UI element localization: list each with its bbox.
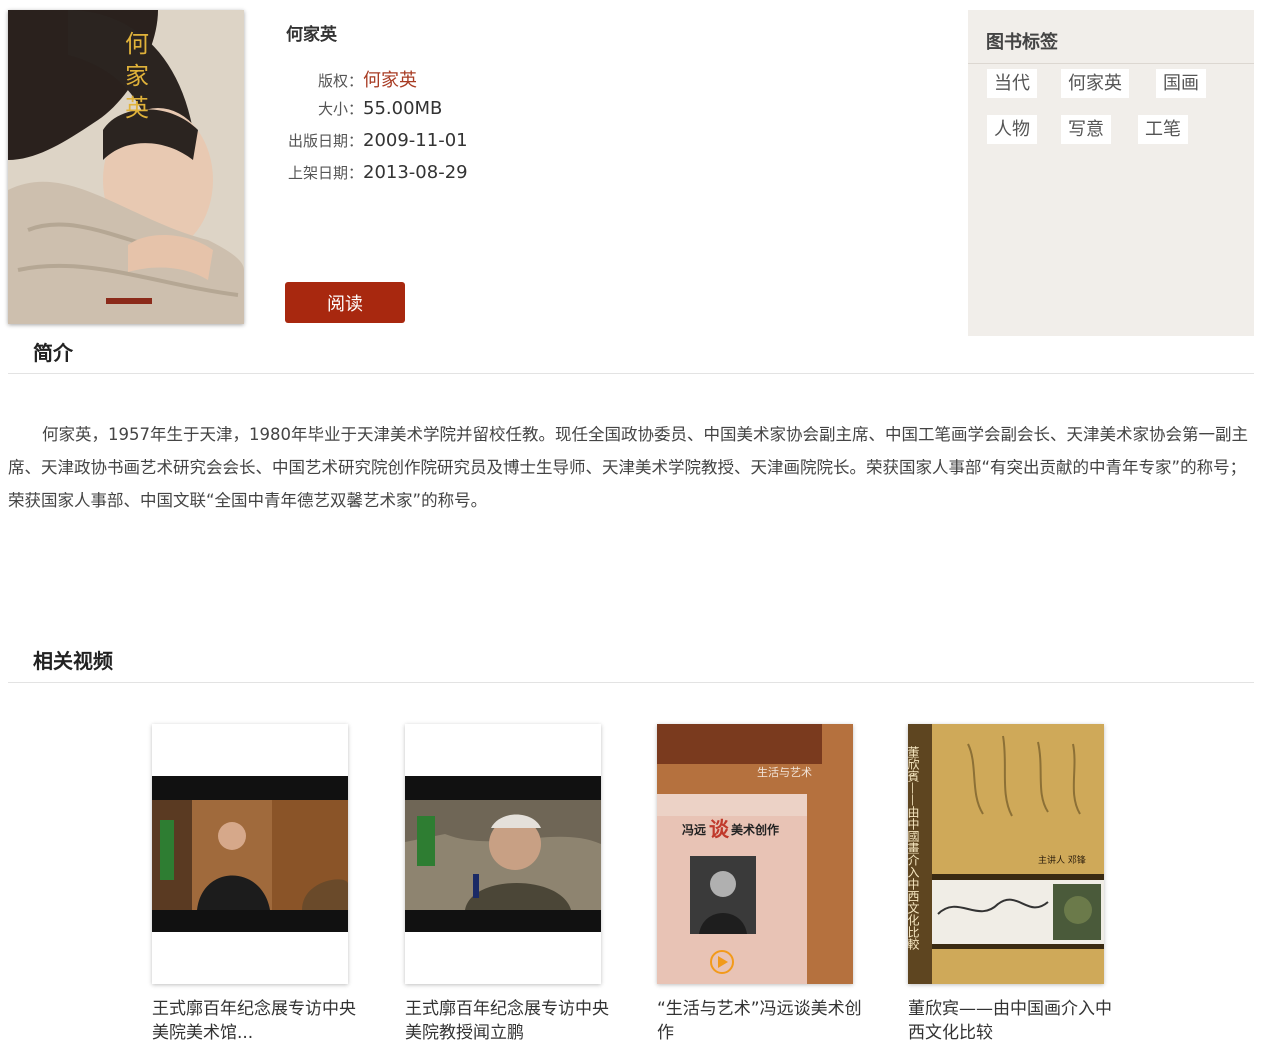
video-card[interactable]: 生活与艺术 冯远 谈 美术创作 “生活与艺术”冯远谈美术创作: [657, 724, 862, 1045]
related-videos-heading: 相关视频: [33, 649, 113, 673]
intro-text: 何家英，1957年生于天津，1980年毕业于天津美术学院并留校任教。现任全国政协…: [8, 425, 1248, 510]
tag-item[interactable]: 工笔: [1138, 115, 1188, 144]
book-title: 何家英: [286, 25, 337, 45]
video-card[interactable]: 王式廓百年纪念展专访中央美院教授闻立鹏: [405, 724, 609, 1045]
video-thumbnail-art: 董欣賓——由中國畫介入中西文化比較 主讲人 邓锋: [908, 724, 1104, 984]
size-value: 55.00MB: [363, 98, 443, 119]
size-label: 大小：: [317, 100, 363, 118]
publish-date-value: 2009-11-01: [363, 130, 468, 151]
copyright-row: 版权：何家英: [284, 66, 664, 92]
tag-item[interactable]: 国画: [1156, 69, 1206, 98]
cover-title-char: 英: [125, 94, 149, 122]
video-thumbnail[interactable]: [152, 724, 348, 984]
tag-item[interactable]: 人物: [987, 115, 1037, 144]
tags-divider: [968, 63, 1254, 64]
video-thumbnail-art: [152, 724, 348, 984]
video-title[interactable]: 董欣宾——由中国画介入中西文化比较: [908, 997, 1118, 1045]
book-tags-panel: 图书标签 当代 何家英 国画 人物 写意 工笔: [968, 10, 1254, 336]
cover-title-text: 谈: [709, 817, 730, 841]
publisher-logo: [106, 298, 152, 304]
cover-title-text: 冯远: [682, 823, 706, 837]
copyright-label: 版权：: [317, 72, 363, 90]
video-card[interactable]: 董欣賓——由中國畫介入中西文化比較 主讲人 邓锋 董欣宾——由中国画介入中西文化…: [908, 724, 1112, 1045]
book-cover-art: 何 家 英: [8, 10, 244, 324]
video-thumbnail-art: 生活与艺术 冯远 谈 美术创作: [657, 724, 853, 984]
tag-item[interactable]: 写意: [1061, 115, 1111, 144]
cover-title-text: 美术创作: [731, 822, 779, 837]
cover-series-text: 生活与艺术: [757, 765, 812, 779]
copyright-value[interactable]: 何家英: [363, 66, 417, 92]
video-thumbnail[interactable]: 董欣賓——由中國畫介入中西文化比較 主讲人 邓锋: [908, 724, 1104, 984]
related-videos-divider: [8, 682, 1254, 683]
tags-title: 图书标签: [986, 32, 1058, 53]
video-card[interactable]: 王式廓百年纪念展专访中央美院美术馆...: [152, 724, 356, 1045]
video-thumbnail[interactable]: 生活与艺术 冯远 谈 美术创作: [657, 724, 853, 984]
intro-heading: 简介: [33, 341, 73, 365]
video-title[interactable]: “生活与艺术”冯远谈美术创作: [657, 997, 867, 1045]
cover-speaker-text: 主讲人 邓锋: [1038, 854, 1086, 866]
video-title[interactable]: 王式廓百年纪念展专访中央美院美术馆...: [152, 997, 362, 1045]
book-cover[interactable]: 何 家 英: [8, 10, 244, 324]
video-thumbnail[interactable]: [405, 724, 601, 984]
intro-divider: [8, 373, 1254, 374]
shelf-date-value: 2013-08-29: [363, 162, 468, 183]
video-title[interactable]: 王式廓百年纪念展专访中央美院教授闻立鹏: [405, 997, 615, 1045]
publish-date-label: 出版日期：: [287, 132, 363, 150]
video-thumbnail-art: [405, 724, 601, 984]
shelf-date-label: 上架日期：: [287, 164, 363, 182]
tag-item[interactable]: 何家英: [1061, 69, 1129, 98]
cover-side-text: 董欣賓——由中國畫介入中西文化比較: [908, 746, 920, 950]
shelf-date-row: 上架日期：2013-08-29: [284, 162, 664, 186]
read-button[interactable]: 阅读: [285, 282, 405, 323]
cover-title-char: 家: [125, 62, 149, 90]
cover-title-char: 何: [125, 30, 149, 58]
tag-item[interactable]: 当代: [987, 69, 1037, 98]
size-row: 大小：55.00MB: [284, 98, 664, 122]
publish-date-row: 出版日期：2009-11-01: [284, 130, 664, 154]
